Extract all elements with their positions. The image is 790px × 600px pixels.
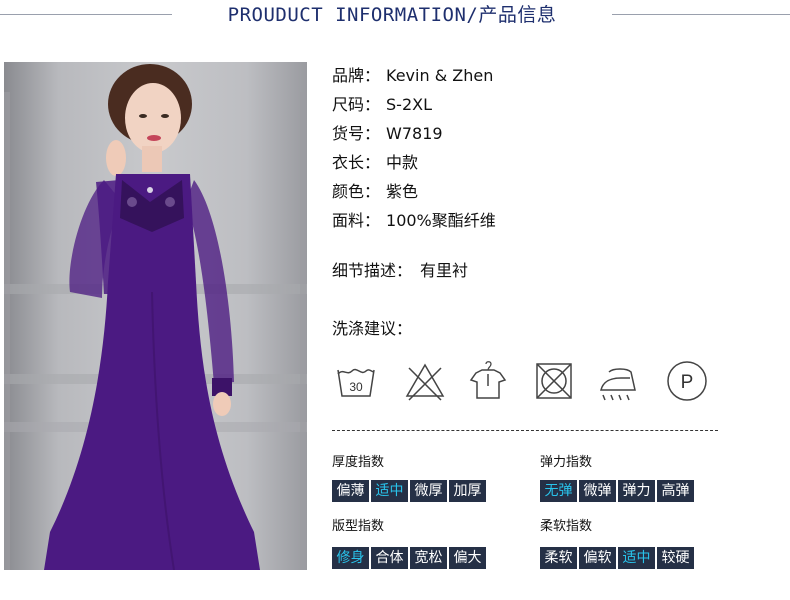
- hang-dry-icon: [467, 360, 509, 402]
- elasticity-option: 弹力: [618, 480, 655, 502]
- detail-key: 细节描述：: [332, 261, 413, 280]
- product-photo: [4, 62, 307, 570]
- info-key: 颜色：: [332, 182, 381, 201]
- product-info-list: 品牌： Kevin & Zhen 尺码： S-2XL 货号： W7819 衣长： 中款 …: [332, 64, 496, 238]
- info-key: 尺码：: [332, 95, 381, 114]
- info-key: 品牌：: [332, 66, 381, 85]
- softness-index-label: 柔软指数: [540, 519, 593, 534]
- info-value: S-2XL: [386, 95, 432, 114]
- dry-clean-p-icon: P: [666, 360, 708, 402]
- detail-description: 细节描述： 有里衬: [332, 259, 468, 283]
- do-not-bleach-icon: [404, 360, 446, 402]
- info-value: 100%聚酯纤维: [386, 211, 496, 230]
- elasticity-index-options: 无弹 微弹 弹力 高弹: [540, 480, 694, 502]
- info-key: 面料：: [332, 211, 381, 230]
- info-key: 货号：: [332, 124, 381, 143]
- thickness-option: 偏薄: [332, 480, 369, 502]
- thickness-option: 加厚: [449, 480, 486, 502]
- title-divider-right: [612, 14, 790, 15]
- softness-option-selected: 适中: [618, 547, 655, 569]
- elasticity-option: 高弹: [657, 480, 694, 502]
- fit-index-options: 修身 合体 宽松 偏大: [332, 547, 486, 569]
- info-value: Kevin & Zhen: [386, 66, 494, 85]
- do-not-tumble-dry-icon: [533, 360, 575, 402]
- thickness-index-options: 偏薄 适中 微厚 加厚: [332, 480, 486, 502]
- info-row-length: 衣长： 中款: [332, 151, 496, 180]
- info-value: 紫色: [386, 182, 419, 201]
- detail-value: 有里衬: [420, 261, 469, 280]
- iron-low-icon: [597, 360, 639, 402]
- info-row-color: 颜色： 紫色: [332, 180, 496, 209]
- elasticity-option-selected: 无弹: [540, 480, 577, 502]
- fit-option-selected: 修身: [332, 547, 369, 569]
- info-row-brand: 品牌： Kevin & Zhen: [332, 64, 496, 93]
- wash-30-icon: 30: [335, 360, 377, 402]
- elasticity-index-label: 弹力指数: [540, 455, 593, 470]
- thickness-option-selected: 适中: [371, 480, 408, 502]
- thickness-index-label: 厚度指数: [332, 455, 385, 470]
- fit-option: 合体: [371, 547, 408, 569]
- info-row-sku: 货号： W7819: [332, 122, 496, 151]
- info-key: 衣长：: [332, 153, 381, 172]
- info-row-size: 尺码： S-2XL: [332, 93, 496, 122]
- fit-option: 偏大: [449, 547, 486, 569]
- elasticity-option: 微弹: [579, 480, 616, 502]
- thickness-option: 微厚: [410, 480, 447, 502]
- softness-option: 柔软: [540, 547, 577, 569]
- info-row-fabric: 面料： 100%聚酯纤维: [332, 209, 496, 238]
- info-value: 中款: [386, 153, 419, 172]
- dry-clean-letter: P: [681, 372, 694, 393]
- softness-index-options: 柔软 偏软 适中 较硬: [540, 547, 694, 569]
- section-divider: [332, 430, 718, 431]
- softness-option: 偏软: [579, 547, 616, 569]
- info-value: W7819: [386, 124, 443, 143]
- fit-index-label: 版型指数: [332, 519, 385, 534]
- fit-option: 宽松: [410, 547, 447, 569]
- wash-temp-label: 30: [349, 380, 363, 394]
- page-title: PROUDUCT INFORMATION/产品信息: [227, 4, 557, 26]
- title-divider-left: [0, 14, 172, 15]
- wash-instructions-title: 洗涤建议：: [332, 319, 413, 338]
- softness-option: 较硬: [657, 547, 694, 569]
